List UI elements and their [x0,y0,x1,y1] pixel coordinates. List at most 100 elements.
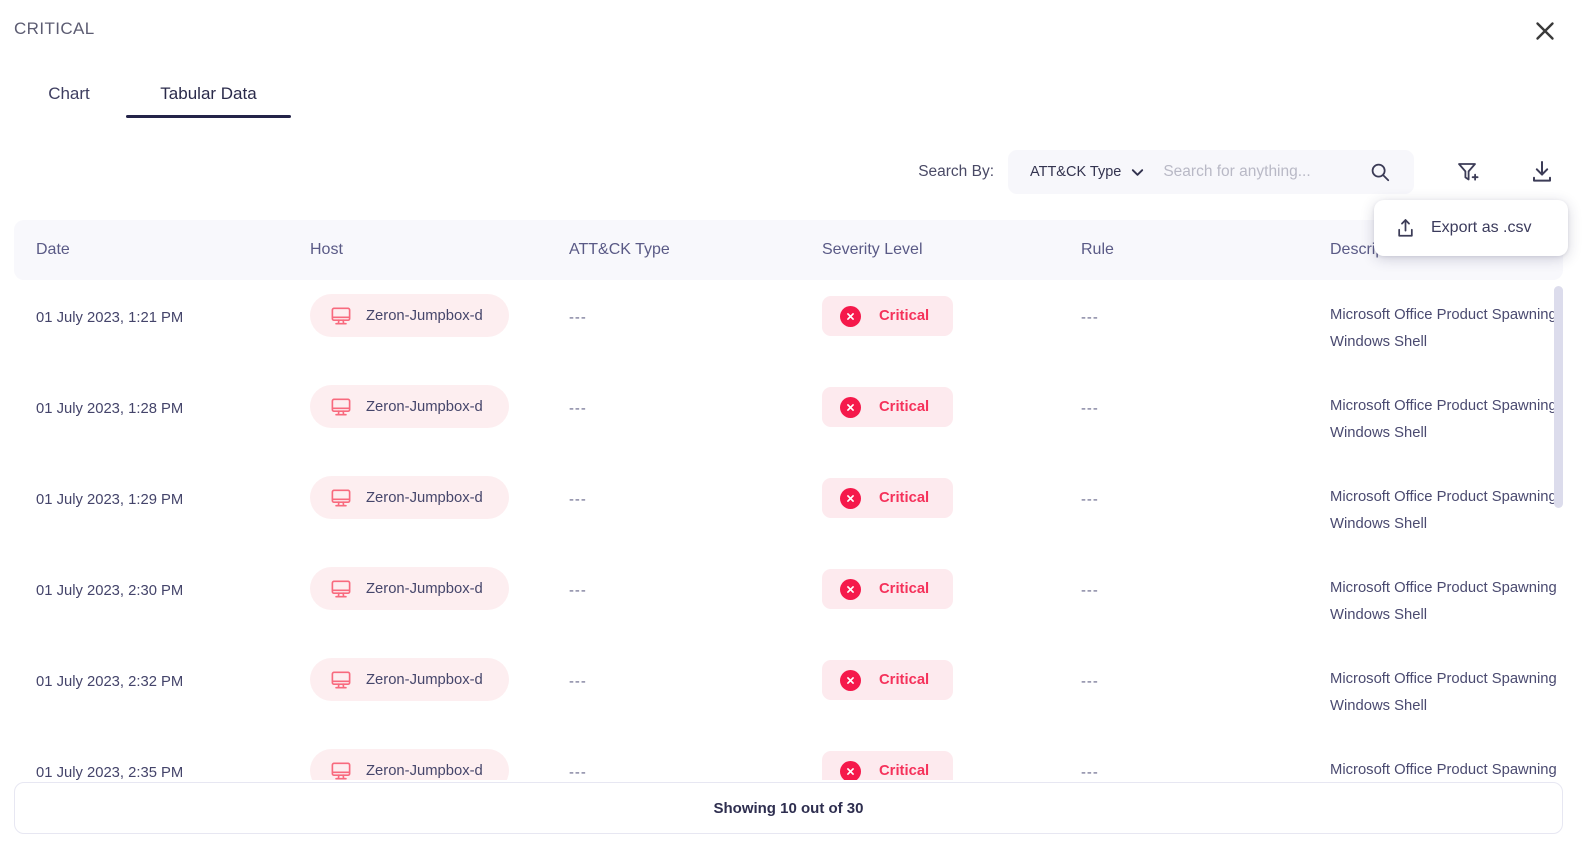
table-row[interactable]: 01 July 2023, 2:32 PM Zeron-Jumpbox-d --- C… [14,644,1563,735]
table-row[interactable]: 01 July 2023, 1:21 PM Zeron-Jumpbox-d --- C… [14,280,1563,371]
host-badge[interactable]: Zeron-Jumpbox-d [310,294,509,337]
table-row[interactable]: 01 July 2023, 2:30 PM Zeron-Jumpbox-d --- C… [14,553,1563,644]
cell-severity-level: Critical [800,751,1059,780]
column-header-attack-type[interactable]: ATT&CK Type [547,241,800,259]
host-name: Zeron-Jumpbox-d [366,671,483,688]
host-name: Zeron-Jumpbox-d [366,307,483,324]
cell-date: 01 July 2023, 1:28 PM [36,401,184,417]
host-name: Zeron-Jumpbox-d [366,762,483,779]
cell-severity-level: Critical [800,478,1059,518]
export-as-csv-label: Export as .csv [1431,219,1532,236]
error-x-icon [840,305,861,327]
host-name: Zeron-Jumpbox-d [366,580,483,597]
status-badge[interactable]: Critical [822,569,954,609]
column-header-date[interactable]: Date [14,241,288,259]
table-row[interactable]: 01 July 2023, 1:28 PM Zeron-Jumpbox-d --- C… [14,371,1563,462]
cell-host: Zeron-Jumpbox-d [288,476,547,519]
host-badge[interactable]: Zeron-Jumpbox-d [310,749,509,780]
cell-date: 01 July 2023, 2:32 PM [36,674,184,690]
cell-attack-type: --- [569,401,587,417]
cell-host: Zeron-Jumpbox-d [288,749,547,780]
search-box: ATT&CK Type [1008,150,1414,194]
cell-host: Zeron-Jumpbox-d [288,385,547,428]
column-header-host[interactable]: Host [288,241,547,259]
search-icon[interactable] [1362,154,1398,190]
filter-add-icon[interactable] [1450,154,1486,190]
chevron-down-icon [1132,168,1144,176]
cell-severity-level: Critical [800,296,1059,336]
status-badge[interactable]: Critical [822,660,954,700]
column-header-severity-level[interactable]: Severity Level [800,241,1059,259]
cell-attack-type: --- [569,765,587,780]
severity-label: Critical [879,399,930,415]
column-header-rule[interactable]: Rule [1059,241,1308,259]
host-badge[interactable]: Zeron-Jumpbox-d [310,385,509,428]
cell-description: Microsoft Office Product Spawning Window… [1330,489,1557,532]
export-as-csv-menu-item[interactable]: Export as .csv [1374,200,1568,256]
cell-description: Microsoft Office Product Spawning Window… [1330,671,1557,714]
error-x-icon [840,669,861,691]
host-badge[interactable]: Zeron-Jumpbox-d [310,658,509,701]
error-x-icon [840,487,861,509]
host-badge[interactable]: Zeron-Jumpbox-d [310,567,509,610]
cell-attack-type: --- [569,310,587,326]
panel-titlebar: CRITICAL [0,0,1590,62]
severity-label: Critical [879,672,930,688]
alerts-table: Date Host ATT&CK Type Severity Level Rul… [14,220,1563,780]
download-icon[interactable] [1524,154,1560,190]
tab-tabular-data[interactable]: Tabular Data [126,80,291,118]
view-tabs: Chart Tabular Data [14,80,291,118]
close-icon[interactable] [1530,16,1560,46]
cell-rule: --- [1081,674,1099,690]
table-toolbar: Search By: ATT&CK Type [918,150,1560,194]
host-name: Zeron-Jumpbox-d [366,489,483,506]
tab-tabular-data-label: Tabular Data [160,84,257,103]
monitor-icon [331,670,351,689]
status-badge[interactable]: Critical [822,478,954,518]
status-badge[interactable]: Critical [822,751,954,780]
cell-date: 01 July 2023, 1:21 PM [36,310,184,326]
tab-chart[interactable]: Chart [14,80,124,118]
host-name: Zeron-Jumpbox-d [366,398,483,415]
cell-severity-level: Critical [800,387,1059,427]
monitor-icon [331,397,351,416]
table-row[interactable]: 01 July 2023, 2:35 PM Zeron-Jumpbox-d --- C… [14,735,1563,780]
cell-host: Zeron-Jumpbox-d [288,658,547,701]
showing-count-label: Showing 10 out of 30 [713,799,864,817]
critical-alerts-panel: CRITICAL Chart Tabular Data Search By: A… [0,0,1590,842]
host-badge[interactable]: Zeron-Jumpbox-d [310,476,509,519]
status-badge[interactable]: Critical [822,387,954,427]
table-footer: Showing 10 out of 30 [14,782,1563,834]
table-vertical-scrollbar[interactable] [1554,286,1563,508]
cell-attack-type: --- [569,674,587,690]
table-header-row: Date Host ATT&CK Type Severity Level Rul… [14,220,1563,280]
tab-chart-label: Chart [48,84,90,103]
error-x-icon [840,578,861,600]
cell-attack-type: --- [569,583,587,599]
cell-date: 01 July 2023, 2:30 PM [36,583,184,599]
upload-icon [1398,218,1413,237]
severity-label: Critical [879,763,930,779]
status-badge[interactable]: Critical [822,296,954,336]
cell-rule: --- [1081,765,1099,780]
cell-attack-type: --- [569,492,587,508]
monitor-icon [331,761,351,780]
cell-description: Microsoft Office Product Spawning Window… [1330,307,1557,350]
cell-description: Microsoft Office Product Spawning Window… [1330,580,1557,623]
monitor-icon [331,488,351,507]
cell-severity-level: Critical [800,569,1059,609]
cell-rule: --- [1081,401,1099,417]
cell-date: 01 July 2023, 2:35 PM [36,765,184,780]
severity-label: Critical [879,490,930,506]
table-row[interactable]: 01 July 2023, 1:29 PM Zeron-Jumpbox-d --- C… [14,462,1563,553]
search-field-dropdown[interactable]: ATT&CK Type [1030,164,1145,180]
cell-severity-level: Critical [800,660,1059,700]
page-title: CRITICAL [14,19,95,38]
monitor-icon [331,579,351,598]
error-x-icon [840,760,861,780]
search-input[interactable] [1163,163,1358,181]
cell-rule: --- [1081,583,1099,599]
cell-host: Zeron-Jumpbox-d [288,567,547,610]
severity-label: Critical [879,308,930,324]
search-by-label: Search By: [918,163,994,180]
